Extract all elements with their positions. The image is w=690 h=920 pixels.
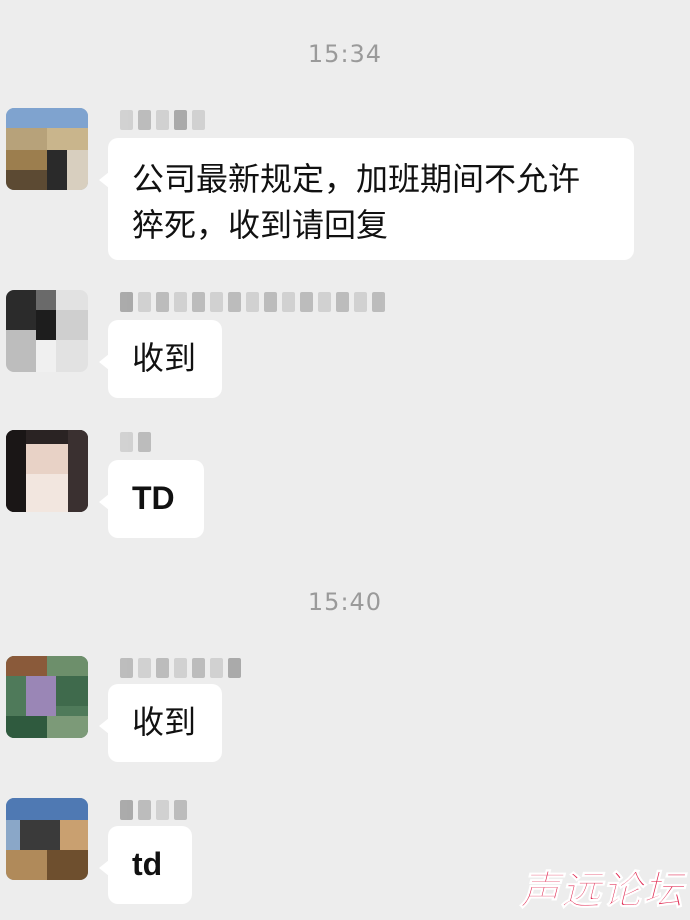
avatar[interactable] [6,290,88,372]
sender-name-blurred [120,800,187,822]
timestamp: 15:40 [307,588,383,616]
avatar[interactable] [6,430,88,512]
sender-name-blurred [120,658,241,680]
timestamp: 15:34 [307,40,383,68]
sender-name-blurred [120,110,205,132]
avatar[interactable] [6,798,88,880]
sender-name-blurred [120,432,151,454]
message-bubble: 收到 [99,320,222,398]
message-bubble: td [99,826,192,904]
avatar[interactable] [6,656,88,738]
message-bubble: 收到 [99,684,222,762]
message-bubble: TD [99,460,204,538]
sender-name-blurred [120,292,385,314]
message-bubble: 公司最新规定，加班期间不允许 猝死，收到请回复 [99,138,634,260]
avatar[interactable] [6,108,88,190]
site-watermark: 声远论坛 [520,868,684,915]
